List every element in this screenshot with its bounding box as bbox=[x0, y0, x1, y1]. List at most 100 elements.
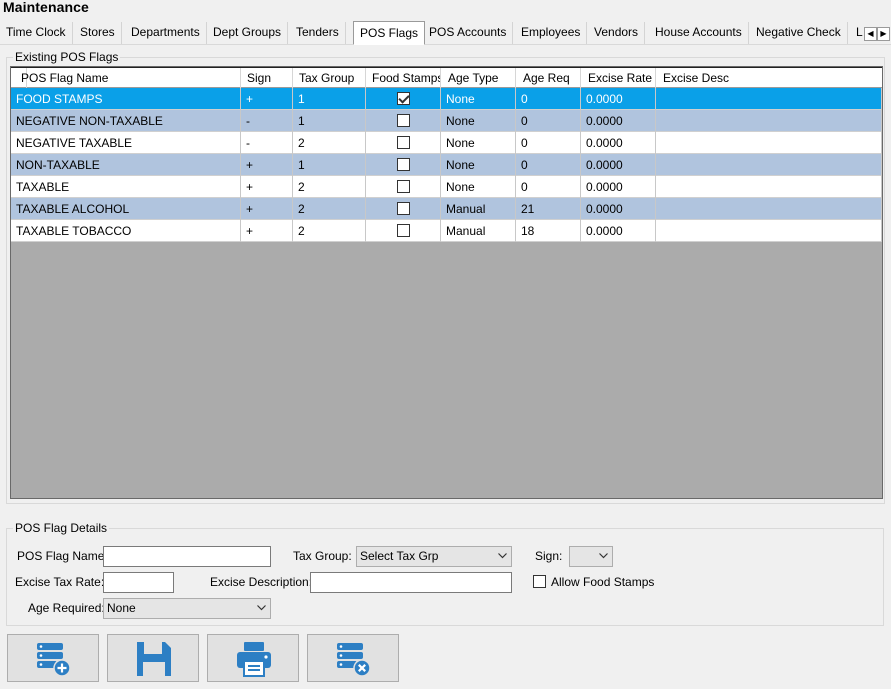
cell-excise-desc bbox=[656, 88, 882, 110]
cell-age-type: None bbox=[441, 88, 516, 110]
cell-sign: + bbox=[241, 198, 293, 220]
chevron-down-icon bbox=[257, 605, 266, 611]
save-button[interactable] bbox=[107, 634, 199, 682]
tab-time-clock[interactable]: Time Clock bbox=[0, 22, 73, 44]
cell-excise-rate: 0.0000 bbox=[581, 220, 656, 242]
tab-vendors[interactable]: Vendors bbox=[588, 22, 646, 44]
cell-excise-desc bbox=[656, 110, 882, 132]
chevron-down-icon bbox=[599, 553, 608, 559]
tab-negative-check[interactable]: Negative Check bbox=[750, 22, 848, 44]
add-flag-button[interactable] bbox=[7, 634, 99, 682]
tab-pos-accounts[interactable]: POS Accounts bbox=[423, 22, 514, 44]
tab-departments[interactable]: Departments bbox=[125, 22, 207, 44]
col-header-excise-rate[interactable]: Excise Rate bbox=[581, 68, 656, 88]
tab-house-accounts[interactable]: House Accounts bbox=[649, 22, 749, 44]
existing-flags-group-label: Existing POS Flags bbox=[13, 50, 121, 64]
flag-name-input[interactable] bbox=[103, 546, 271, 567]
allow-food-stamps-label[interactable]: Allow Food Stamps bbox=[551, 575, 654, 589]
table-row[interactable]: TAXABLE TOBACCO + 2 Manual 18 0.0000 bbox=[11, 220, 882, 242]
food-stamps-checkbox[interactable] bbox=[397, 202, 410, 215]
cell-flag-name: TAXABLE ALCOHOL bbox=[11, 198, 241, 220]
cell-age-req: 0 bbox=[516, 154, 581, 176]
database-add-icon bbox=[37, 643, 71, 677]
cell-excise-desc bbox=[656, 132, 882, 154]
cell-tax-group: 2 bbox=[293, 198, 366, 220]
sign-label: Sign: bbox=[535, 549, 563, 563]
col-header-age-type[interactable]: Age Type bbox=[441, 68, 516, 88]
cell-sign: + bbox=[241, 88, 293, 110]
age-required-select[interactable]: None bbox=[103, 598, 271, 619]
cell-age-req: 0 bbox=[516, 176, 581, 198]
cell-sign: + bbox=[241, 154, 293, 176]
table-row[interactable]: NON-TAXABLE + 1 None 0 0.0000 bbox=[11, 154, 882, 176]
cell-flag-name: TAXABLE bbox=[11, 176, 241, 198]
cell-sign: + bbox=[241, 220, 293, 242]
cell-food-stamps bbox=[366, 198, 441, 220]
cell-age-req: 0 bbox=[516, 132, 581, 154]
cell-age-req: 21 bbox=[516, 198, 581, 220]
col-header-age-req[interactable]: Age Req bbox=[516, 68, 581, 88]
details-group-label: POS Flag Details bbox=[13, 521, 110, 535]
cell-excise-rate: 0.0000 bbox=[581, 154, 656, 176]
cell-age-req: 0 bbox=[516, 88, 581, 110]
sign-select[interactable] bbox=[569, 546, 613, 567]
pos-flags-grid[interactable]: POS Flag Name Sign Tax Group Food Stamps… bbox=[10, 66, 883, 499]
cell-food-stamps bbox=[366, 110, 441, 132]
database-delete-icon bbox=[337, 643, 371, 677]
cell-flag-name: NEGATIVE NON-TAXABLE bbox=[11, 110, 241, 132]
cell-excise-rate: 0.0000 bbox=[581, 132, 656, 154]
excise-desc-input[interactable] bbox=[310, 572, 512, 593]
flag-name-label: POS Flag Name: bbox=[17, 549, 108, 563]
cell-tax-group: 1 bbox=[293, 110, 366, 132]
arrow-left-icon[interactable]: ◀ bbox=[864, 27, 877, 41]
cell-excise-desc bbox=[656, 176, 882, 198]
print-button[interactable] bbox=[207, 634, 299, 682]
tax-group-label: Tax Group: bbox=[293, 549, 352, 563]
tab-dept-groups[interactable]: Dept Groups bbox=[207, 22, 289, 44]
cell-age-req: 18 bbox=[516, 220, 581, 242]
food-stamps-checkbox[interactable] bbox=[397, 224, 410, 237]
table-row[interactable]: FOOD STAMPS + 1 None 0 0.0000 bbox=[11, 88, 882, 110]
cell-flag-name: NON-TAXABLE bbox=[11, 154, 241, 176]
food-stamps-checkbox[interactable] bbox=[397, 136, 410, 149]
col-header-excise-desc[interactable]: Excise Desc bbox=[656, 68, 882, 88]
age-required-value: None bbox=[107, 601, 136, 615]
age-required-label: Age Required: bbox=[28, 601, 105, 615]
allow-food-stamps-checkbox[interactable] bbox=[533, 575, 546, 588]
col-header-food-stamps[interactable]: Food Stamps bbox=[366, 68, 441, 88]
tax-group-select[interactable]: Select Tax Grp bbox=[356, 546, 512, 567]
cell-tax-group: 1 bbox=[293, 88, 366, 110]
cell-excise-desc bbox=[656, 220, 882, 242]
cell-age-type: None bbox=[441, 154, 516, 176]
col-header-tax-group[interactable]: Tax Group bbox=[293, 68, 366, 88]
cell-age-type: Manual bbox=[441, 220, 516, 242]
printer-icon bbox=[237, 642, 271, 677]
food-stamps-checkbox[interactable] bbox=[397, 158, 410, 171]
delete-flag-button[interactable] bbox=[307, 634, 399, 682]
tab-strip: Time Clock Stores Departments Dept Group… bbox=[0, 20, 891, 45]
tab-pos-flags[interactable]: POS Flags bbox=[353, 21, 426, 45]
cell-excise-desc bbox=[656, 198, 882, 220]
excise-rate-input[interactable] bbox=[103, 572, 174, 593]
table-row[interactable]: NEGATIVE TAXABLE - 2 None 0 0.0000 bbox=[11, 132, 882, 154]
table-row[interactable]: TAXABLE + 2 None 0 0.0000 bbox=[11, 176, 882, 198]
cell-food-stamps bbox=[366, 176, 441, 198]
cell-excise-rate: 0.0000 bbox=[581, 88, 656, 110]
col-header-sign[interactable]: Sign bbox=[241, 68, 293, 88]
cell-age-type: None bbox=[441, 110, 516, 132]
tab-stores[interactable]: Stores bbox=[74, 22, 122, 44]
table-row[interactable]: TAXABLE ALCOHOL + 2 Manual 21 0.0000 bbox=[11, 198, 882, 220]
arrow-right-icon[interactable]: ▶ bbox=[877, 27, 890, 41]
cell-sign: - bbox=[241, 110, 293, 132]
tab-tenders[interactable]: Tenders bbox=[290, 22, 346, 44]
excise-rate-label: Excise Tax Rate: bbox=[15, 575, 105, 589]
cell-sign: - bbox=[241, 132, 293, 154]
table-row[interactable]: NEGATIVE NON-TAXABLE - 1 None 0 0.0000 bbox=[11, 110, 882, 132]
food-stamps-checkbox[interactable] bbox=[397, 92, 410, 105]
food-stamps-checkbox[interactable] bbox=[397, 180, 410, 193]
cell-tax-group: 1 bbox=[293, 154, 366, 176]
food-stamps-checkbox[interactable] bbox=[397, 114, 410, 127]
col-header-flag-name[interactable]: POS Flag Name bbox=[19, 68, 241, 88]
tab-employees[interactable]: Employees bbox=[515, 22, 588, 44]
chevron-down-icon bbox=[498, 553, 507, 559]
